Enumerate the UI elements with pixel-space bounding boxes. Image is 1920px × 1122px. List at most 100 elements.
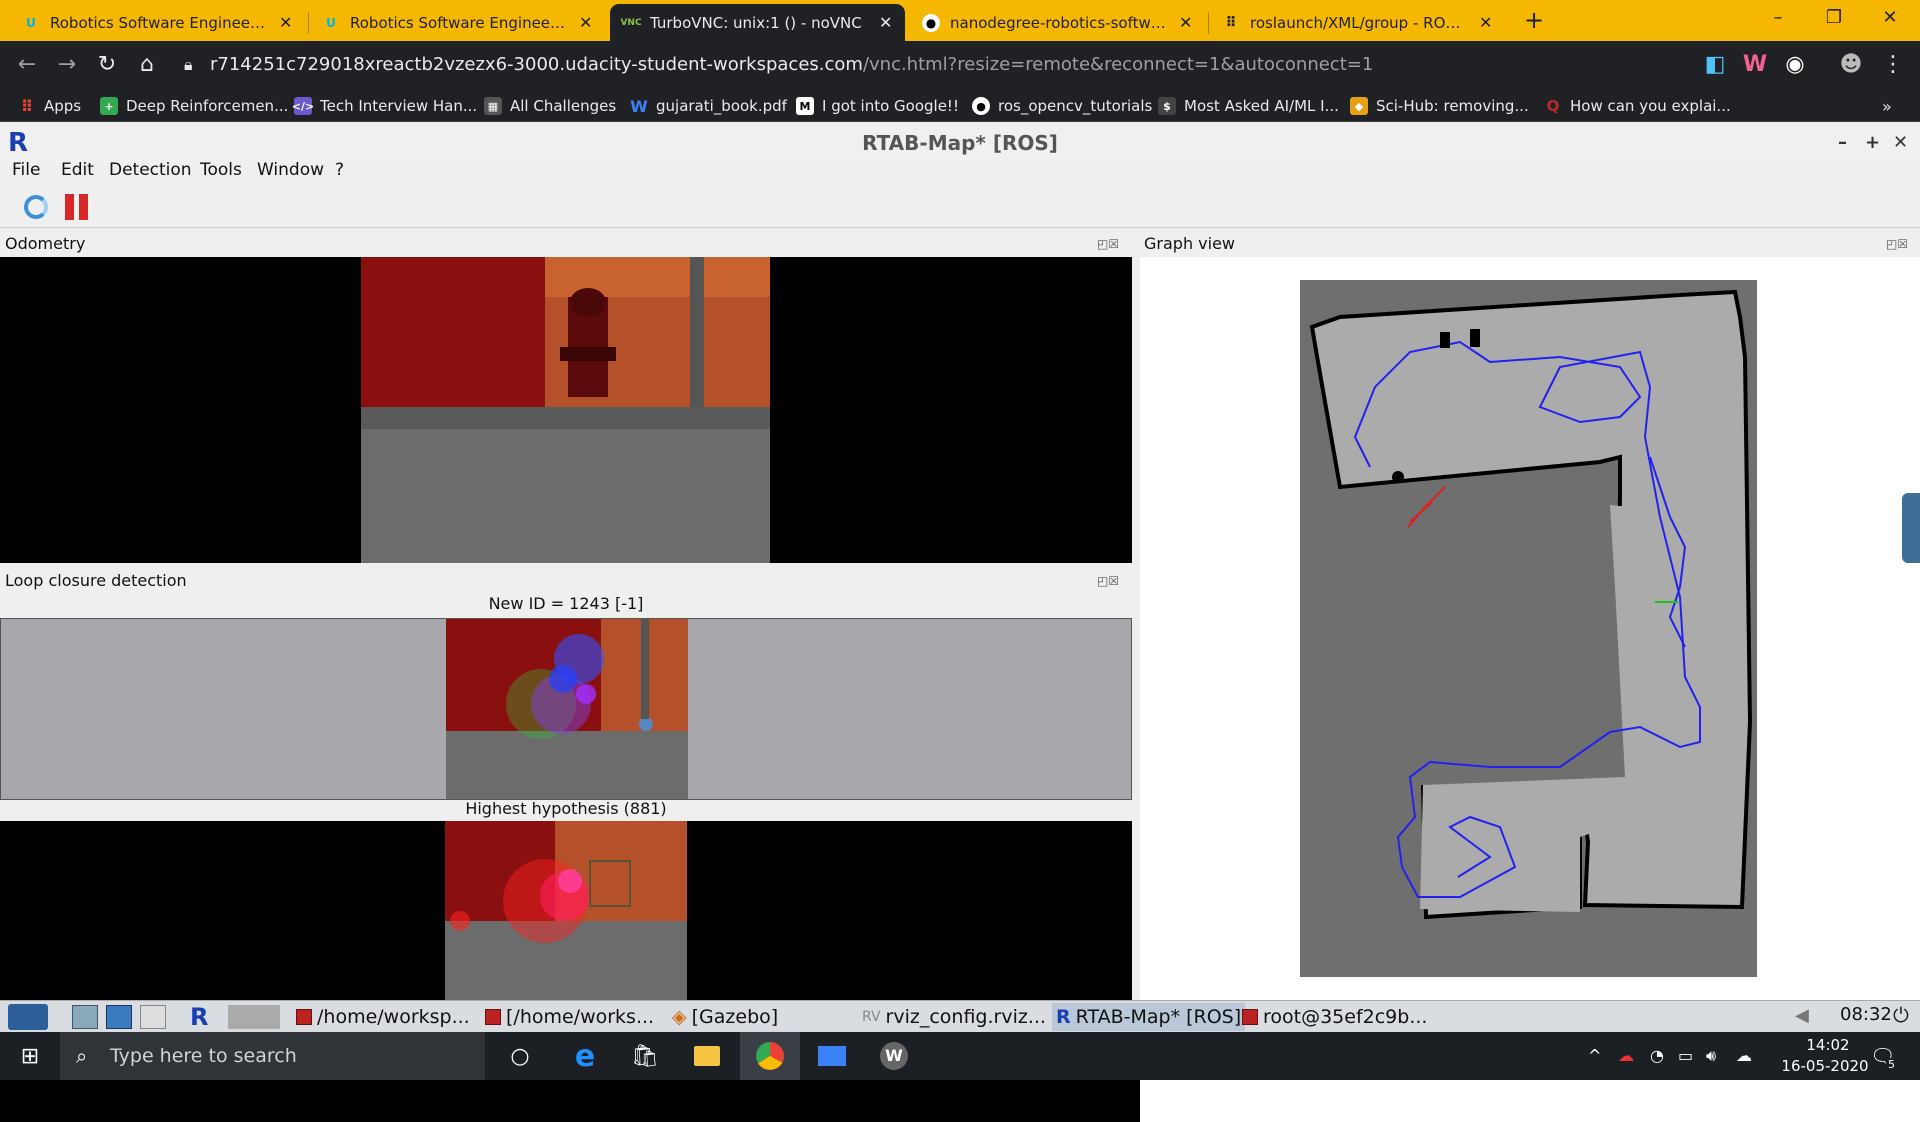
system-time[interactable]: 14:02 [1778,1036,1878,1054]
task-gazebo[interactable]: ◈ [Gazebo] [672,1003,778,1031]
menu-edit[interactable]: Edit [61,158,94,182]
tab-title: Robotics Software Engineer - Udacity [50,13,269,32]
menu-window[interactable]: Window [257,158,324,182]
restore-icon[interactable]: ❐ [1806,0,1862,36]
close-icon[interactable]: ✕ [579,13,595,32]
bookmark-all-challenges[interactable]: ▦ All Challenges [484,94,616,118]
close-icon[interactable]: ✕ [1179,13,1195,32]
tab-ros-wiki[interactable]: ⠿ roslaunch/XML/group - ROS Wiki ✕ [1210,4,1505,41]
odometry-camera-image [361,257,770,563]
home-icon[interactable]: ⌂ [132,50,162,80]
extension-w-icon[interactable]: W [1740,50,1770,80]
task-label: [/home/works... [506,1006,655,1028]
cortana-icon[interactable]: ○ [490,1032,550,1080]
wifi-icon[interactable]: ◔ [1650,1046,1664,1065]
menu-tools[interactable]: Tools [200,158,242,182]
power-icon[interactable]: ⏻ [1893,1003,1909,1027]
novnc-sidebar-handle[interactable] [1902,493,1920,563]
tab-turbovnc[interactable]: VNC TurboVNC: unix:1 () - noVNC ✕ [610,4,905,41]
battery-icon[interactable]: ▭ [1678,1046,1693,1065]
vnc-clock: 08:32 [1840,1004,1892,1025]
file-manager-icon[interactable] [72,1005,98,1029]
task-terminal-1[interactable]: /home/worksp... [296,1003,470,1031]
forward-icon[interactable]: → [52,50,82,80]
start-menu-icon[interactable] [8,1004,48,1030]
close-window-icon[interactable]: ✕ [1862,0,1918,36]
task-terminal-2[interactable]: [/home/works... [485,1003,654,1031]
bookmark-quora[interactable]: Q How can you explai... [1544,94,1731,118]
volume-icon[interactable]: 🔊︎ [1706,1046,1716,1066]
chevron-up-icon[interactable]: ^ [1588,1046,1601,1065]
bookmark-tech-interview[interactable]: </> Tech Interview Han... [292,94,477,118]
graph-view-title: Graph view [1144,234,1236,253]
task-root-terminal[interactable]: root@35ef2c9b... [1242,1003,1427,1031]
dock-buttons[interactable]: ◰☒ [1886,237,1908,251]
task-label: rviz_config.rviz... [885,1006,1046,1028]
edge-icon[interactable]: e [555,1032,615,1080]
terminal-icon [485,1009,501,1025]
desktop-icon[interactable] [106,1005,132,1029]
bookmark-scihub[interactable]: ◆ Sci-Hub: removing... [1350,94,1529,118]
extension-icon[interactable]: ◧ [1700,50,1730,80]
store-icon[interactable]: 🛍︎ [615,1032,675,1080]
rtabmap-launcher-icon[interactable]: R [190,1003,208,1031]
search-box[interactable]: ⌕ Type here to search [60,1032,485,1080]
blank-launcher[interactable] [228,1005,280,1029]
menu-detection[interactable]: Detection [109,158,192,182]
tab-title: roslaunch/XML/group - ROS Wiki [1250,13,1469,32]
rtabmap-icon: R [1056,1006,1071,1028]
explorer-icon[interactable] [677,1032,737,1080]
avatar[interactable]: ☻ [1836,50,1866,80]
menu-file[interactable]: File [12,158,40,182]
back-icon[interactable]: ← [12,50,42,80]
profile-icon[interactable]: ◉ [1780,50,1810,80]
cloud-icon[interactable]: ☁︎ [1736,1046,1752,1065]
graph-view[interactable] [1140,257,1920,1122]
volume-icon[interactable]: ◀︎ [1795,1005,1809,1026]
dollar-icon: $ [1158,97,1176,115]
word-icon[interactable]: W [864,1032,924,1080]
close-icon[interactable]: ✕ [279,13,295,32]
url-host: r714251c729018xreactb2vzezx6-3000.udacit… [210,54,863,75]
onedrive-alert-icon[interactable]: ☁︎ [1618,1046,1634,1065]
bookmark-gujarati-book[interactable]: Wgujarati_book.pdf [630,94,787,118]
bookmark-deep-rl[interactable]: + Deep Reinforcemen... [100,94,288,118]
dock-buttons[interactable]: ◰☒ [1097,237,1119,251]
menu-icon[interactable]: ⋮ [1878,50,1908,80]
task-rtabmap[interactable]: R RTAB-Map* [ROS] [1052,1003,1246,1031]
tab-title: TurboVNC: unix:1 () - noVNC [650,13,862,32]
bookmark-label: How can you explai... [1570,97,1731,115]
address-bar[interactable]: 🔒︎ r714251c729018xreactb2vzezx6-3000.uda… [174,49,1674,81]
more-bookmarks-icon[interactable]: » [1882,94,1892,118]
chrome-icon[interactable] [740,1032,800,1080]
tab-udacity-2[interactable]: U Robotics Software Engineer - Udacity ✕ [310,4,605,41]
refresh-icon[interactable] [24,195,48,219]
close-icon[interactable]: ✕ [1479,13,1495,32]
reload-icon[interactable]: ↻ [92,50,122,80]
tab-github[interactable]: ● nanodegree-robotics-software-engineer … [910,4,1205,41]
terminal-icon[interactable] [140,1005,166,1029]
close-icon[interactable]: ✕ [879,13,895,32]
new-tab-button[interactable]: + [1520,6,1548,34]
bookmark-ros-opencv[interactable]: ● ros_opencv_tutorials [972,94,1152,118]
mail-icon[interactable] [802,1032,862,1080]
dock-buttons[interactable]: ◰☒ [1097,574,1119,588]
bookmark-apps[interactable]: ⠿ Apps [18,94,81,118]
bookmark-google[interactable]: M I got into Google!! [796,94,959,118]
w-icon: W [630,96,648,116]
minimize-icon[interactable]: – [1750,0,1806,36]
tab-udacity-1[interactable]: U Robotics Software Engineer - Udacity ✕ [10,4,305,41]
terminal-icon [296,1009,312,1025]
pause-icon[interactable] [65,194,89,220]
bookmark-ai-ml[interactable]: $ Most Asked AI/ML I... [1158,94,1339,118]
task-label: root@35ef2c9b... [1263,1006,1428,1028]
notification-count: 5 [1886,1058,1897,1071]
menu-help[interactable]: ? [335,158,344,182]
windows-taskbar: ⊞ ⌕ Type here to search ○ e 🛍︎ W ^ ☁︎ ◔ … [0,1032,1920,1080]
task-rviz[interactable]: RV rviz_config.rviz... [862,1003,1046,1031]
search-placeholder: Type here to search [110,1045,297,1067]
windows-start-icon[interactable]: ⊞ [0,1032,60,1080]
bookmark-label: Deep Reinforcemen... [126,97,289,115]
url-path: /vnc.html?resize=remote&reconnect=1&auto… [862,54,1374,75]
system-date[interactable]: 16-05-2020 [1765,1057,1885,1075]
